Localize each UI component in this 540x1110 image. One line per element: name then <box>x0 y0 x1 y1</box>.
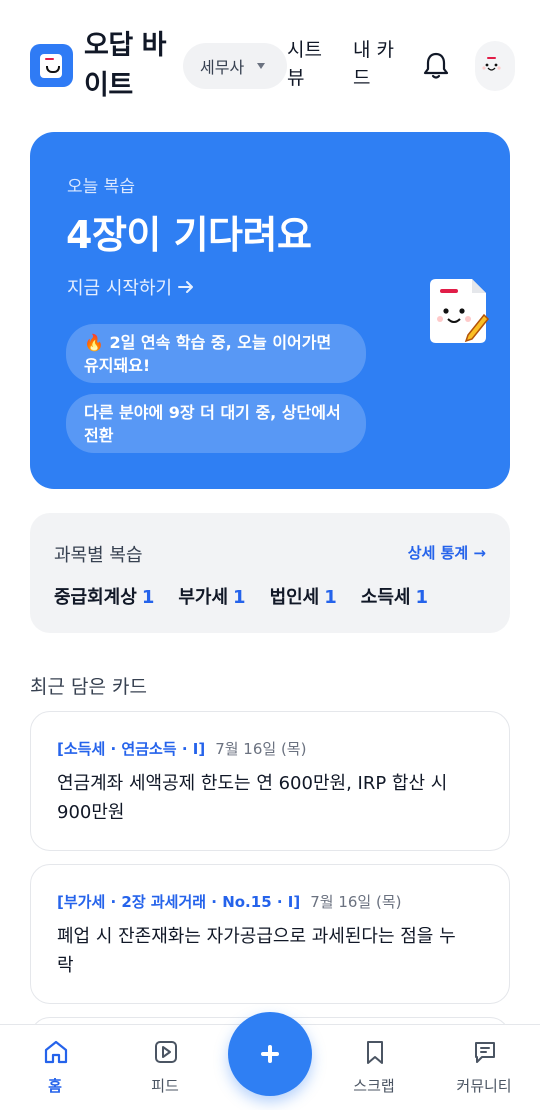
card-meta: [부가세 · 2장 과세거래 · No.15 · I] 7월 16일 (목) <box>57 891 402 912</box>
streak-pill: 🔥 2일 연속 학습 중, 오늘 이어가면 유지돼요! <box>66 324 366 383</box>
subject-review-title: 과목별 복습 <box>54 545 143 566</box>
mascot-note-icon <box>430 279 490 343</box>
add-card-button[interactable] <box>228 1012 312 1096</box>
tab-home[interactable]: 홈 <box>5 1025 105 1110</box>
start-review-link[interactable]: 지금 시작하기 <box>67 274 194 300</box>
top-header: 오답 바이트 세무사 시트뷰 내 카드 <box>0 0 540 118</box>
tab-home-label: 홈 <box>48 1077 62 1095</box>
tab-feed[interactable]: 피드 <box>115 1025 215 1110</box>
recent-cards-title: 최근 담은 카드 <box>30 676 147 698</box>
list-item[interactable]: [소득세 · 연금소득 · I] 7월 16일 (목) 연금계좌 세액공제 한도… <box>30 711 510 851</box>
tab-community-label: 커뮤니티 <box>456 1077 512 1095</box>
hero-kicker: 오늘 복습 <box>67 177 135 197</box>
nav-sheet-view-link[interactable]: 시트뷰 <box>287 36 337 92</box>
subject-review-card: 과목별 복습 상세 통계 → 중급회계상 1 부가세 1 법인세 1 소득세 1 <box>30 513 510 633</box>
card-date: 7월 16일 (목) <box>215 740 307 758</box>
hero-title: 4장이 기다려요 <box>66 213 312 257</box>
mascot-face-icon <box>482 57 501 71</box>
subject-item[interactable]: 법인세 1 <box>270 583 337 609</box>
detail-stats-link[interactable]: 상세 통계 → <box>408 542 486 563</box>
tab-scrap[interactable]: 스크랩 <box>324 1025 424 1110</box>
arrow-right-icon <box>178 281 194 293</box>
bell-icon[interactable] <box>421 50 451 82</box>
card-tag: [부가세 · 2장 과세거래 · No.15 · I] <box>57 893 301 911</box>
card-body: 연금계좌 세액공제 한도는 연 600만원, IRP 합산 시 900만원 <box>57 773 448 823</box>
card-meta: [소득세 · 연금소득 · I] 7월 16일 (목) <box>57 738 306 759</box>
subject-item[interactable]: 소득세 1 <box>361 583 428 609</box>
card-tag: [소득세 · 연금소득 · I] <box>57 740 206 758</box>
nav-my-card-link[interactable]: 내 카드 <box>353 36 403 92</box>
today-review-card[interactable]: 오늘 복습 4장이 기다려요 지금 시작하기 🔥 2일 연속 학습 중, 오늘 … <box>30 132 510 489</box>
home-icon <box>44 1040 68 1064</box>
chat-icon <box>475 1042 495 1063</box>
tab-feed-label: 피드 <box>151 1077 179 1095</box>
subject-list: 중급회계상 1 부가세 1 법인세 1 소득세 1 <box>54 583 428 609</box>
list-item[interactable]: [부가세 · 2장 과세거래 · No.15 · I] 7월 16일 (목) 폐… <box>30 864 510 1004</box>
bookmark-icon <box>367 1041 383 1064</box>
app-logo-icon[interactable] <box>30 44 73 87</box>
play-icon <box>155 1041 177 1063</box>
category-select[interactable]: 세무사 <box>183 43 287 89</box>
category-select-label: 세무사 <box>200 58 245 77</box>
card-body: 폐업 시 잔존재화는 자가공급으로 과세된다는 점을 누락 <box>57 926 456 976</box>
tab-community[interactable]: 커뮤니티 <box>434 1025 534 1110</box>
subject-item[interactable]: 중급회계상 1 <box>54 583 154 609</box>
caret-down-icon <box>257 63 265 69</box>
card-date: 7월 16일 (목) <box>310 893 402 911</box>
waiting-cards-pill[interactable]: 다른 분야에 9장 더 대기 중, 상단에서 전환 <box>66 394 366 453</box>
profile-avatar[interactable] <box>475 41 515 91</box>
start-review-label: 지금 시작하기 <box>67 278 173 299</box>
subject-item[interactable]: 부가세 1 <box>178 583 245 609</box>
app-name: 오답 바이트 <box>84 30 166 101</box>
tab-scrap-label: 스크랩 <box>353 1077 395 1095</box>
